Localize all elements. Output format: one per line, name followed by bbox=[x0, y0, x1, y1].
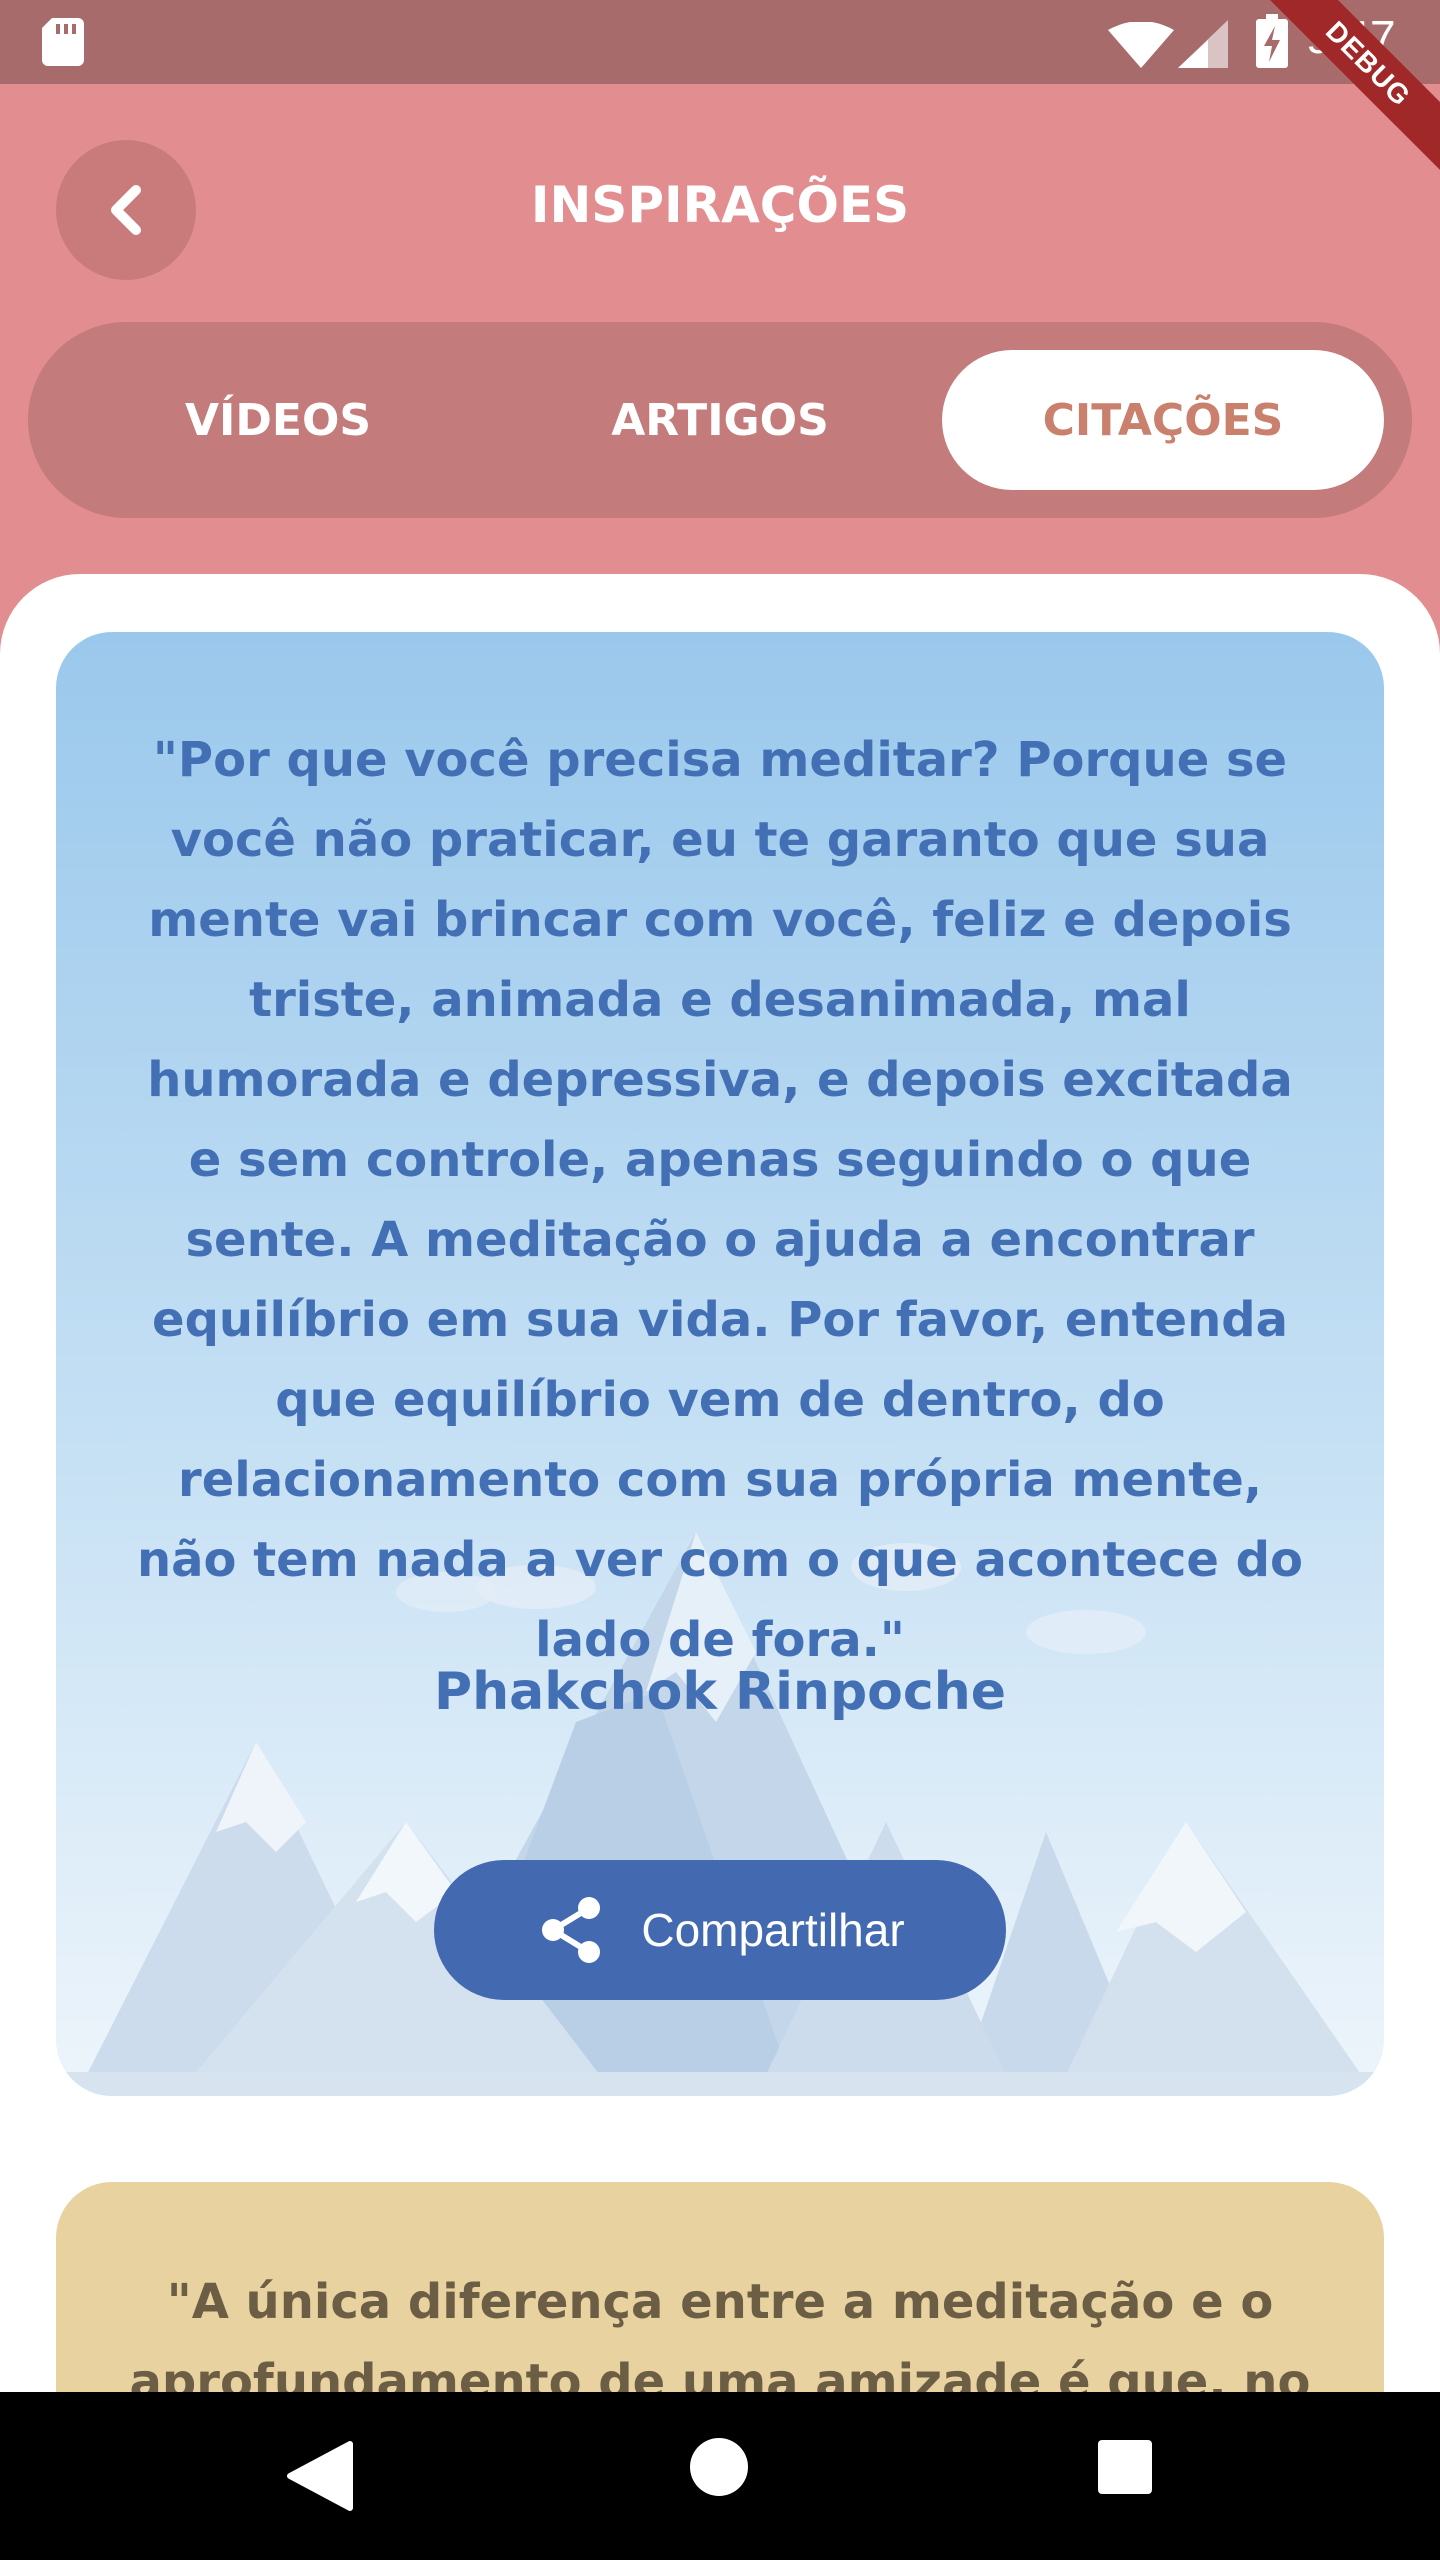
share-button[interactable]: Compartilhar bbox=[434, 1860, 1006, 2000]
share-button-label: Compartilhar bbox=[641, 1904, 905, 1956]
battery-icon bbox=[1256, 14, 1288, 68]
quote-text: "A única diferença entre a meditação e o… bbox=[129, 2274, 1311, 2392]
nav-home-icon[interactable] bbox=[690, 2438, 748, 2496]
signal-icon bbox=[1178, 20, 1228, 68]
quote-author: Phakchok Rinpoche bbox=[434, 1662, 1006, 1722]
tab-artigos[interactable]: ARTIGOS bbox=[470, 350, 970, 490]
tab-citacoes[interactable]: CITAÇÕES bbox=[942, 350, 1384, 490]
quote-text: "Por que você precisa meditar? Porque se… bbox=[136, 732, 1303, 1668]
quotes-list[interactable]: "Por que você precisa meditar? Porque se… bbox=[0, 574, 1440, 2392]
share-icon bbox=[542, 1897, 601, 1963]
system-nav-bar bbox=[0, 2392, 1440, 2560]
tab-videos[interactable]: VÍDEOS bbox=[28, 350, 528, 490]
sd-card-icon bbox=[42, 18, 84, 66]
app-header: INSPIRAÇÕES VÍDEOS ARTIGOS CITAÇÕES bbox=[0, 84, 1440, 574]
nav-recent-icon[interactable] bbox=[1098, 2440, 1152, 2494]
quote-card: "A única diferença entre a meditação e o… bbox=[56, 2182, 1384, 2392]
page-title: INSPIRAÇÕES bbox=[530, 176, 910, 234]
quote-card: "Por que você precisa meditar? Porque se… bbox=[56, 632, 1384, 2096]
status-bar: 9:47 DEBUG bbox=[0, 0, 1440, 188]
nav-back-icon[interactable] bbox=[284, 2440, 354, 2512]
wifi-icon bbox=[1108, 22, 1174, 68]
tab-bar: VÍDEOS ARTIGOS CITAÇÕES bbox=[28, 322, 1412, 518]
